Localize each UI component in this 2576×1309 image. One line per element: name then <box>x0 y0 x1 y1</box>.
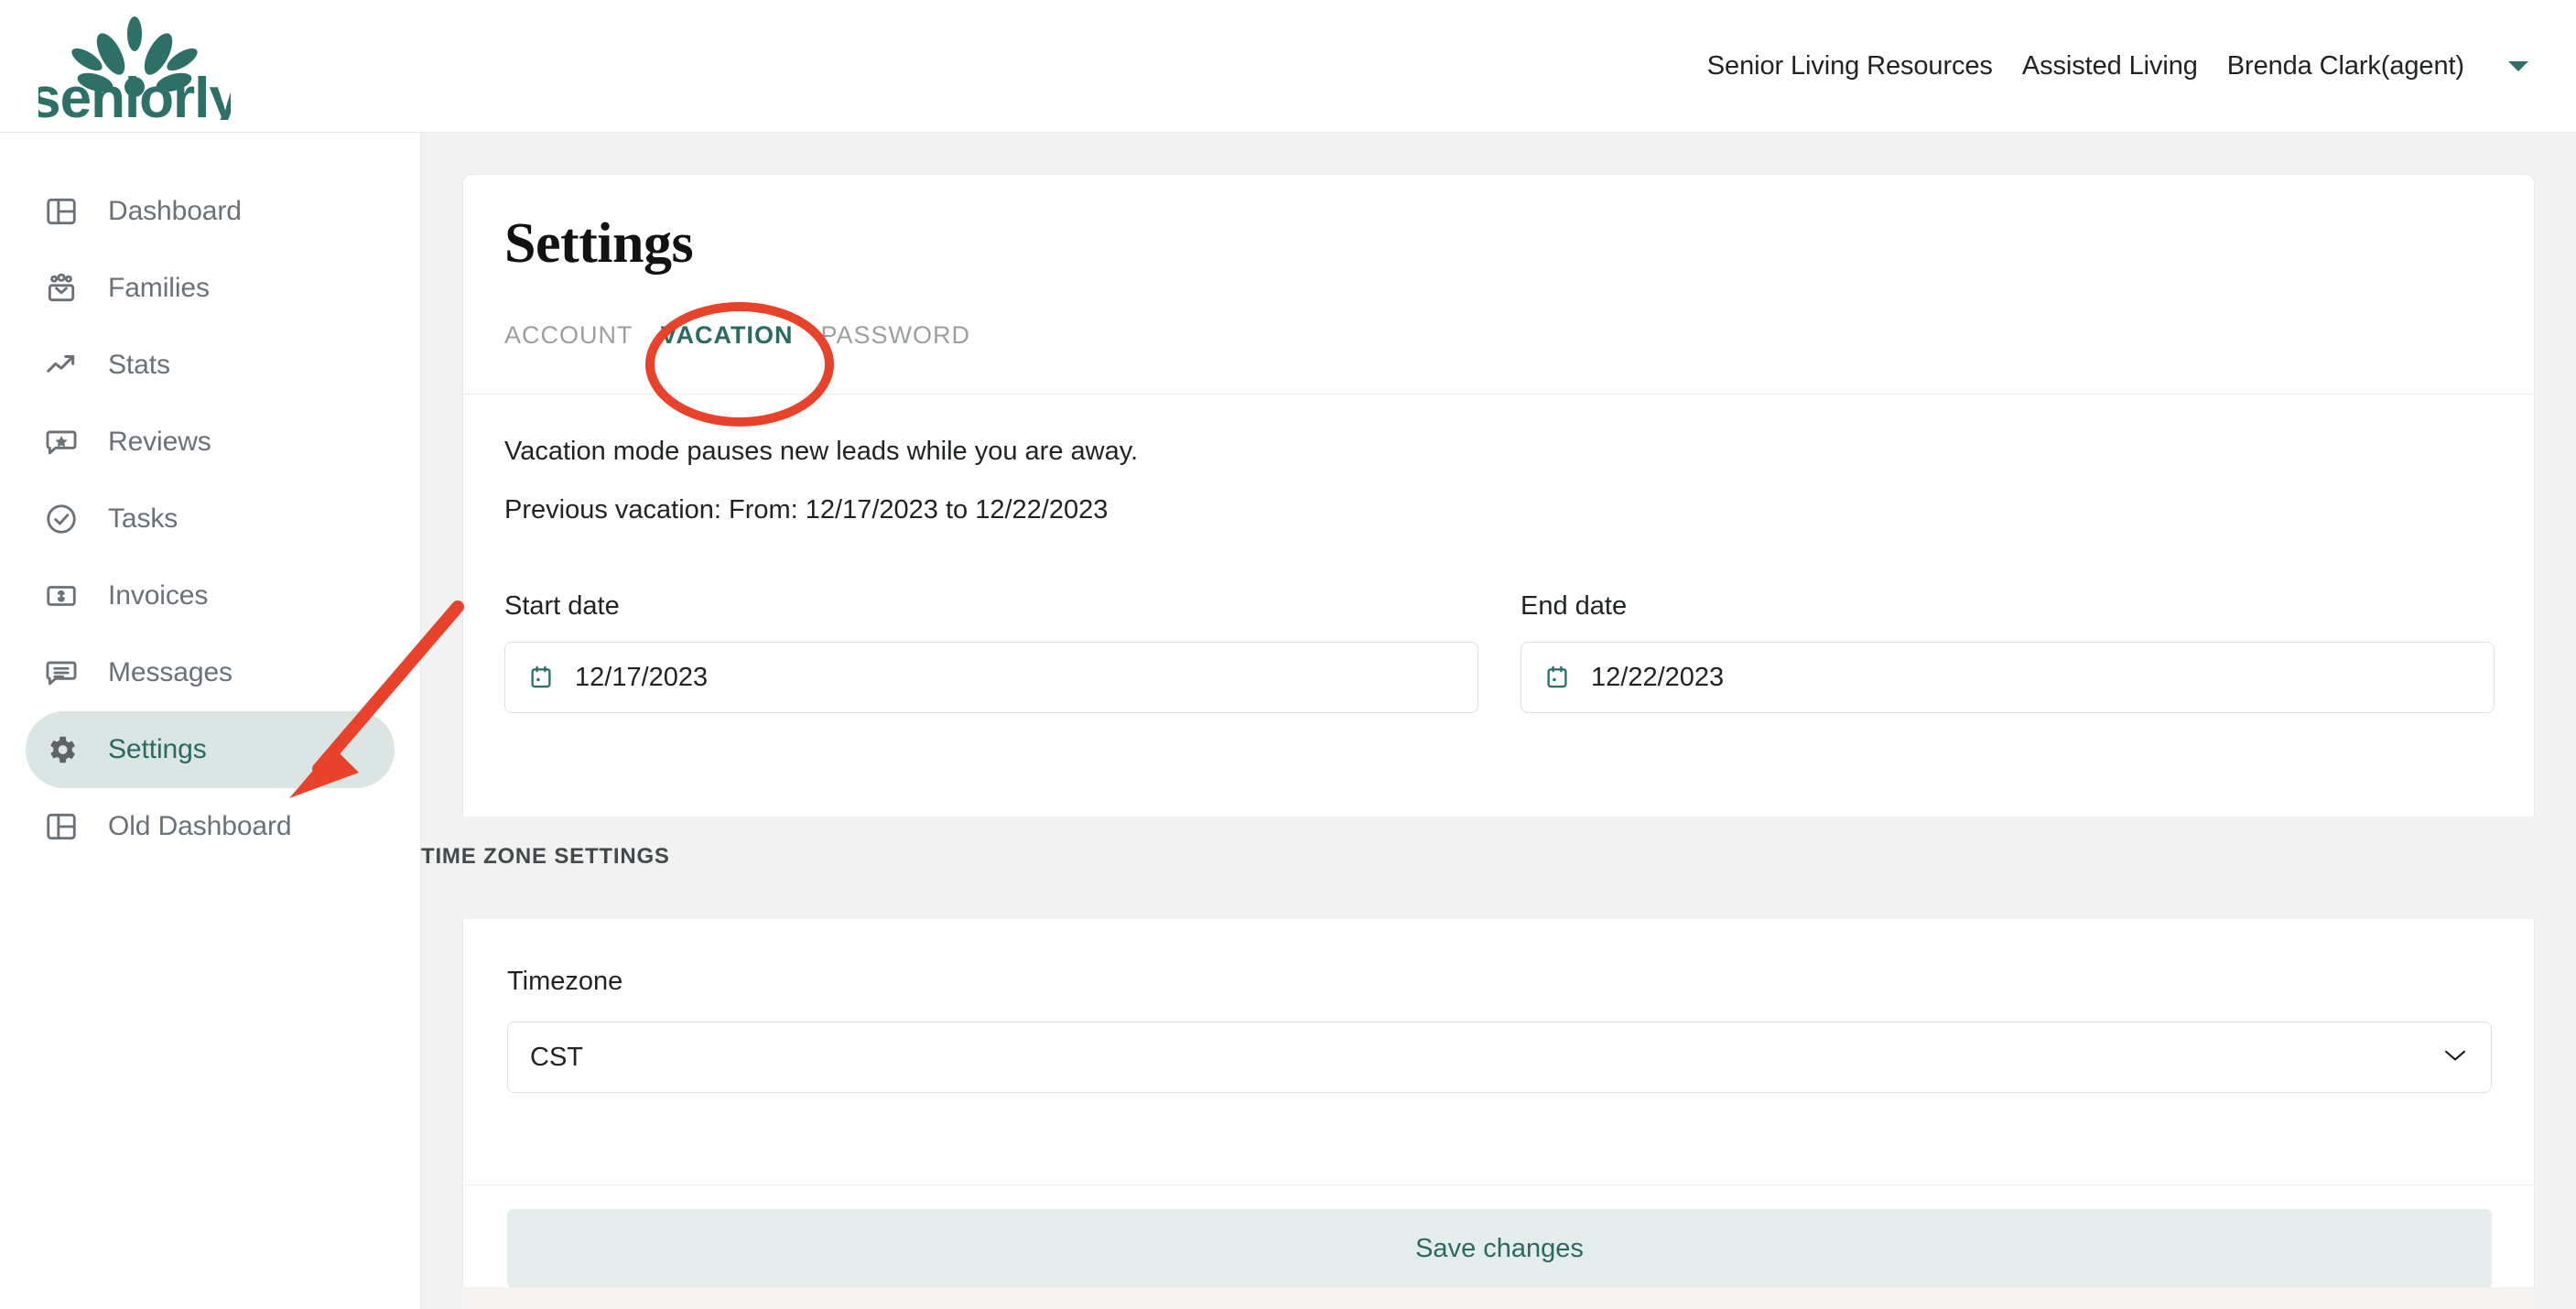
chevron-down-icon <box>2441 1046 2469 1069</box>
dashboard-icon <box>44 809 88 844</box>
page-title: Settings <box>504 211 693 276</box>
start-date-input[interactable]: 12/17/2023 <box>504 642 1478 713</box>
main-content: Settings ACCOUNT VACATION PASSWORD Vacat… <box>421 133 2576 1309</box>
tab-account[interactable]: ACCOUNT <box>504 321 633 350</box>
vacation-panel: Vacation mode pauses new leads while you… <box>462 394 2535 817</box>
invoice-dollar-icon <box>44 579 88 613</box>
sidebar-item-label: Tasks <box>88 503 178 535</box>
settings-header-card: Settings ACCOUNT VACATION PASSWORD <box>462 174 2535 394</box>
end-date-field: End date 12/22/2023 <box>1521 591 2495 713</box>
calendar-icon <box>527 664 555 691</box>
tab-password[interactable]: PASSWORD <box>821 321 971 350</box>
tab-vacation[interactable]: VACATION <box>661 321 794 350</box>
sidebar-item-messages[interactable]: Messages <box>26 634 395 711</box>
sidebar-item-label: Messages <box>88 657 233 688</box>
sidebar-item-dashboard[interactable]: Dashboard <box>26 173 395 250</box>
sidebar-item-label: Families <box>88 273 210 304</box>
timezone-panel: Timezone CST <box>462 919 2535 1185</box>
sidebar-item-settings[interactable]: Settings <box>26 711 395 788</box>
start-date-value: 12/17/2023 <box>575 663 708 693</box>
vacation-description: Vacation mode pauses new leads while you… <box>504 437 1138 467</box>
calendar-icon <box>1543 664 1571 691</box>
sidebar-item-families[interactable]: Families <box>26 250 395 327</box>
start-date-label: Start date <box>504 591 1478 622</box>
sidebar-item-reviews[interactable]: Reviews <box>26 404 395 481</box>
timezone-section-title: TIME ZONE SETTINGS <box>421 844 2494 870</box>
page-bottom-band <box>462 1287 2535 1309</box>
settings-tabs: ACCOUNT VACATION PASSWORD <box>504 321 998 350</box>
task-check-icon <box>44 502 88 536</box>
start-date-field: Start date 12/17/2023 <box>504 591 1478 713</box>
sidebar-item-label: Invoices <box>88 580 208 611</box>
svg-text:seniorly: seniorly <box>38 67 231 120</box>
caret-down-icon[interactable] <box>2494 53 2538 79</box>
nav-assisted-living[interactable]: Assisted Living <box>2022 51 2198 81</box>
previous-vacation-text: Previous vacation: From: 12/17/2023 to 1… <box>504 495 1108 525</box>
sidebar-item-label: Old Dashboard <box>88 811 291 842</box>
sidebar-item-tasks[interactable]: Tasks <box>26 481 395 557</box>
end-date-value: 12/22/2023 <box>1591 663 1724 693</box>
app-root: seniorly Senior Living Resources Assiste… <box>0 0 2576 1309</box>
seniorly-leaf-logo-icon: seniorly <box>38 12 231 120</box>
brand-logo[interactable]: seniorly <box>0 12 231 120</box>
end-date-label: End date <box>1521 591 2495 622</box>
timezone-value: CST <box>530 1043 583 1073</box>
end-date-input[interactable]: 12/22/2023 <box>1521 642 2495 713</box>
sidebar-item-label: Reviews <box>88 427 211 458</box>
sidebar-item-label: Settings <box>88 734 207 765</box>
sidebar: Dashboard Families Stats <box>0 133 421 1309</box>
messages-icon <box>44 655 88 690</box>
dashboard-icon <box>44 194 88 229</box>
app-header: seniorly Senior Living Resources Assiste… <box>0 0 2576 133</box>
review-star-icon <box>44 425 88 460</box>
save-changes-button[interactable]: Save changes <box>507 1209 2492 1288</box>
families-icon <box>44 271 88 306</box>
sidebar-item-old-dashboard[interactable]: Old Dashboard <box>26 788 395 865</box>
stats-trending-icon <box>44 348 88 383</box>
timezone-section-band: TIME ZONE SETTINGS <box>462 817 2535 919</box>
sidebar-item-invoices[interactable]: Invoices <box>26 557 395 634</box>
timezone-label: Timezone <box>507 967 622 997</box>
header-nav: Senior Living Resources Assisted Living … <box>1707 51 2576 81</box>
sidebar-item-label: Stats <box>88 350 170 381</box>
date-fields: Start date 12/17/2023 <box>504 591 2495 713</box>
sidebar-item-stats[interactable]: Stats <box>26 327 395 404</box>
nav-user-menu[interactable]: Brenda Clark(agent) <box>2227 51 2464 81</box>
gear-icon <box>44 732 88 767</box>
nav-senior-living-resources[interactable]: Senior Living Resources <box>1707 51 1993 81</box>
sidebar-item-label: Dashboard <box>88 196 242 227</box>
timezone-select[interactable]: CST <box>507 1022 2492 1093</box>
